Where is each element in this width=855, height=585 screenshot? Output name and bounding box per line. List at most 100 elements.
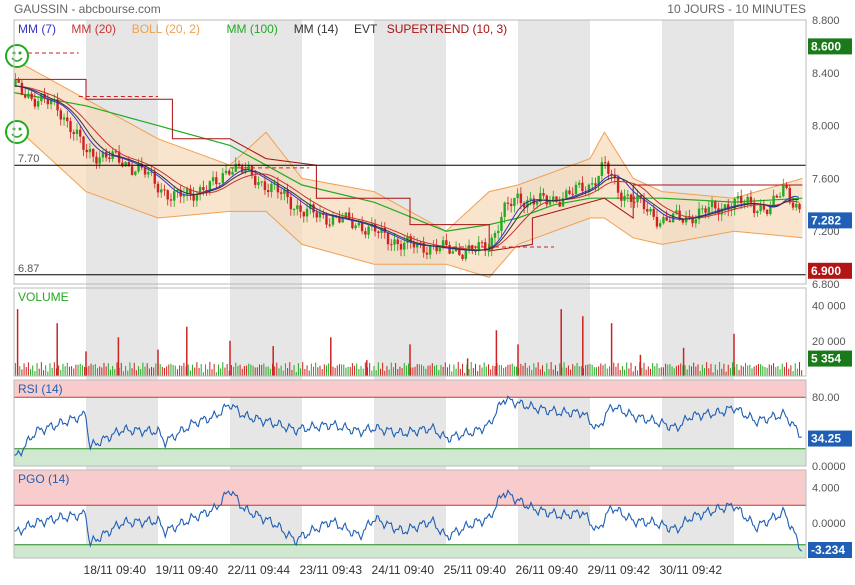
- candle-body: [581, 182, 584, 192]
- candle-body: [626, 194, 629, 196]
- candle-body: [775, 195, 779, 198]
- candle-body: [445, 240, 448, 246]
- candle-body: [652, 208, 655, 217]
- candle-body: [798, 203, 801, 210]
- candle-body: [357, 222, 361, 226]
- price-tick: 7.600: [812, 173, 840, 185]
- rsi-title: RSI (14): [18, 382, 63, 396]
- candle-body: [548, 201, 552, 205]
- candle-body: [749, 196, 753, 203]
- candle-body: [574, 184, 578, 194]
- x-tick: 23/11 09:43: [300, 563, 363, 577]
- smiley-icon: [5, 120, 29, 144]
- price-tick: 8.400: [812, 68, 840, 80]
- candle-body: [121, 162, 124, 167]
- candle-body: [92, 148, 95, 157]
- candle-body: [759, 205, 762, 212]
- candle-body: [218, 183, 221, 185]
- candle-body: [662, 217, 665, 224]
- candle-body: [497, 230, 500, 233]
- candle-body: [636, 195, 639, 203]
- candle-body: [736, 196, 740, 199]
- candle-body: [36, 101, 40, 107]
- candle-body: [782, 185, 785, 197]
- candle-body: [665, 217, 668, 221]
- x-tick: 19/11 09:40: [156, 563, 219, 577]
- candle-body: [487, 250, 490, 252]
- candle-body: [506, 202, 510, 204]
- chart-svg: GAUSSIN - abcbourse.com 10 JOURS - 10 MIN…: [5, 2, 852, 577]
- candle-body: [224, 170, 228, 174]
- candle-body: [529, 198, 532, 201]
- x-tick: 29/11 09:42: [588, 563, 651, 577]
- candle-body: [325, 214, 328, 225]
- candle-body: [509, 203, 513, 206]
- candle-body: [33, 98, 37, 107]
- candle-body: [315, 212, 318, 218]
- candle-body: [23, 94, 27, 98]
- candle-body: [66, 117, 69, 122]
- candle-body: [98, 157, 101, 164]
- pgo-oversold-zone: [14, 544, 806, 558]
- candle-body: [59, 110, 62, 120]
- candle-body: [659, 223, 662, 227]
- price-badge-label: 7.282: [811, 213, 841, 227]
- candle-body: [571, 193, 574, 195]
- legend-item: MM (20): [71, 22, 116, 36]
- candle-body: [173, 191, 176, 201]
- legend-item: MM (14): [294, 22, 339, 36]
- candle-body: [341, 218, 344, 223]
- candle-body: [318, 212, 322, 218]
- candle-body: [448, 245, 451, 254]
- candle-body: [694, 219, 698, 224]
- candle-body: [616, 177, 620, 193]
- pgo-tick: 4.000: [812, 483, 840, 495]
- candle-body: [714, 201, 717, 209]
- volume-tick: 20 000: [812, 336, 846, 348]
- candle-body: [565, 190, 568, 199]
- price-tick: 8.000: [812, 121, 840, 133]
- hline-label: 6.87: [18, 263, 39, 275]
- candle-body: [299, 205, 302, 212]
- candle-body: [166, 190, 169, 200]
- candle-body: [75, 129, 79, 134]
- x-tick: 30/11 09:42: [660, 563, 723, 577]
- candle-body: [752, 202, 756, 214]
- candle-body: [425, 252, 429, 255]
- candle-body: [62, 117, 66, 120]
- candle-body: [701, 208, 704, 210]
- candle-body: [516, 193, 519, 199]
- candle-body: [396, 239, 399, 245]
- x-tick: 26/11 09:40: [516, 563, 579, 577]
- candle-body: [79, 129, 82, 137]
- smiley-eye: [18, 51, 22, 55]
- candle-body: [169, 199, 173, 201]
- candle-body: [590, 183, 594, 185]
- candle-body: [354, 225, 357, 229]
- legend-item: MM (100): [227, 22, 278, 36]
- candle-body: [257, 182, 260, 185]
- candle-body: [519, 193, 523, 204]
- candle-body: [160, 189, 163, 193]
- candle-body: [302, 211, 305, 217]
- rsi-tick: 80.00: [812, 392, 840, 404]
- candle-body: [603, 162, 607, 164]
- candle-body: [769, 206, 772, 215]
- candle-body: [600, 162, 604, 176]
- rsi-tick: 0.0000: [812, 461, 846, 473]
- candle-body: [629, 194, 633, 202]
- candle-body: [211, 177, 215, 182]
- candle-body: [108, 157, 111, 160]
- pgo-badge-label: -3.234: [811, 543, 845, 557]
- smiley-icon: [5, 44, 29, 68]
- volume-title: VOLUME: [18, 290, 69, 304]
- candle-body: [127, 162, 131, 167]
- candle-body: [500, 216, 503, 231]
- candle-body: [85, 149, 88, 153]
- period-label: 10 JOURS - 10 MINUTES: [667, 2, 806, 16]
- pgo-tick: 0.0000: [812, 518, 846, 530]
- candle-body: [461, 254, 464, 260]
- candle-body: [95, 156, 98, 164]
- candle-body: [147, 172, 150, 175]
- candle-body: [399, 244, 403, 250]
